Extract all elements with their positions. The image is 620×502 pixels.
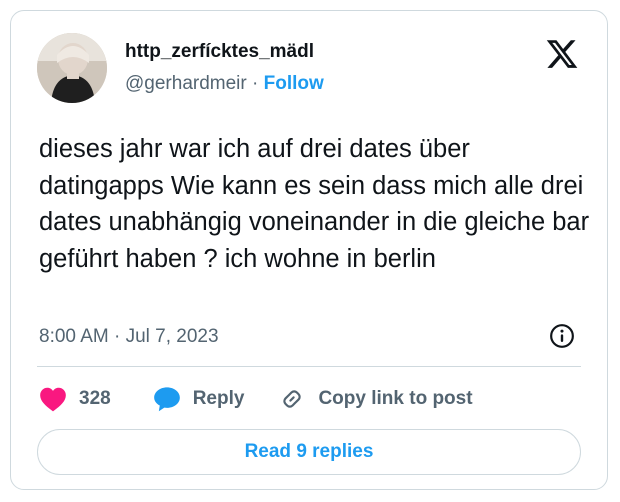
- like-count: 328: [79, 388, 111, 409]
- author-display-name[interactable]: http_zerfícktes_mädl: [125, 41, 314, 63]
- tweet-text: dieses jahr war ich auf drei dates über …: [39, 135, 590, 273]
- x-logo-icon[interactable]: [545, 37, 579, 71]
- action-bar: 328 Reply Copy link to post: [39, 384, 473, 414]
- heart-icon: [40, 387, 66, 412]
- read-replies-button[interactable]: Read 9 replies: [37, 429, 581, 475]
- read-replies-label: Read 9 replies: [244, 441, 374, 462]
- copy-link-button[interactable]: Copy link to post: [278, 386, 473, 412]
- link-icon: [283, 390, 302, 408]
- author-handle-row: @gerhardmeir · Follow: [125, 73, 324, 95]
- like-button[interactable]: 328: [39, 386, 111, 412]
- separator-dot: ·: [252, 73, 259, 94]
- reply-label: Reply: [192, 388, 245, 409]
- author-handle[interactable]: @gerhardmeir: [125, 73, 247, 94]
- reply-button[interactable]: Reply: [153, 386, 245, 412]
- tweet-card: http_zerfícktes_mädl @gerhardmeir · Foll…: [10, 10, 608, 490]
- copy-link-label: Copy link to post: [318, 388, 473, 409]
- avatar[interactable]: [37, 33, 107, 103]
- follow-button[interactable]: Follow: [264, 73, 324, 94]
- reply-bubble-icon: [153, 387, 180, 412]
- info-icon[interactable]: [549, 323, 575, 349]
- tweet-timestamp[interactable]: 8:00 AM · Jul 7, 2023: [39, 326, 219, 348]
- divider: [37, 366, 581, 367]
